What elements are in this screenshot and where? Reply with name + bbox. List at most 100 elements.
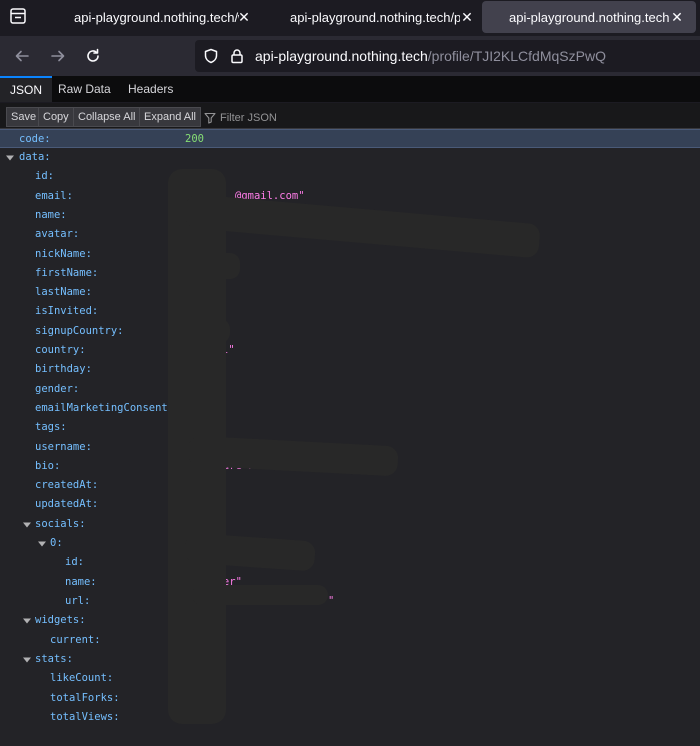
json-row-socials[interactable]: socials: (0, 515, 700, 534)
json-row[interactable]: likeCount:23 (0, 669, 700, 688)
json-key: country: (35, 344, 86, 356)
json-row[interactable]: createdAt: (0, 476, 700, 495)
json-row[interactable]: lastName: (0, 283, 700, 302)
json-key: id: (35, 170, 54, 182)
json-row[interactable]: totalForks: (0, 689, 700, 708)
filter-placeholder: Filter JSON (220, 112, 277, 124)
expanded-triangle-icon[interactable] (23, 656, 31, 664)
browser-tab[interactable]: api-playground.nothing.tech/w ✕ (52, 0, 257, 34)
collapse-all-button[interactable]: Collapse All (73, 107, 141, 127)
json-key: birthday: (35, 363, 92, 375)
json-row[interactable]: firstName:s" (0, 264, 700, 283)
json-key: socials: (35, 518, 86, 530)
json-key: gender: (35, 383, 80, 395)
json-row-data[interactable]: data: (0, 148, 700, 167)
json-row[interactable]: name:"twitter" (0, 573, 700, 592)
browser-tab[interactable]: api-playground.nothing.tech/pr ✕ (270, 0, 475, 34)
json-key: tags: (35, 421, 67, 433)
list-all-tabs-icon[interactable] (8, 6, 32, 30)
redaction-mark (192, 585, 328, 605)
close-tab-icon[interactable]: ✕ (670, 9, 684, 26)
expand-all-button[interactable]: Expand All (139, 107, 201, 127)
back-arrow-icon[interactable] (10, 44, 34, 68)
tab-title: api-playground.nothing.tech/w (74, 9, 239, 25)
tab-raw-data[interactable]: Raw Data (48, 76, 121, 102)
json-row-widgets[interactable]: widgets: (0, 611, 700, 630)
lock-icon[interactable] (229, 48, 245, 69)
json-value: " (328, 595, 335, 607)
filter-json-input[interactable]: Filter JSON (204, 108, 277, 128)
json-row-stats[interactable]: stats: (0, 650, 700, 669)
tab-title: api-playground.nothing.tech/pr (509, 9, 669, 25)
json-row[interactable]: id: (0, 167, 700, 186)
json-row[interactable]: id: (0, 553, 700, 572)
json-key: name: (65, 576, 97, 588)
json-row[interactable]: nickName: (0, 245, 700, 264)
json-key: current: (50, 634, 101, 646)
filter-icon (204, 112, 216, 124)
json-row[interactable]: isInvited: (0, 302, 700, 321)
json-toolbar: Save Copy Collapse All Expand All Filter… (0, 103, 700, 129)
browser-tab-active[interactable]: api-playground.nothing.tech/pr ✕ (482, 1, 696, 33)
json-row-code[interactable]: code: 200 (0, 129, 700, 148)
json-row[interactable]: country: l" (0, 341, 700, 360)
json-key: avatar: (35, 228, 80, 240)
tab-headers[interactable]: Headers (118, 76, 183, 102)
redaction-mark (180, 253, 240, 279)
json-key: username: (35, 441, 92, 453)
close-tab-icon[interactable]: ✕ (460, 9, 474, 26)
expanded-triangle-icon[interactable] (38, 540, 46, 548)
json-key: isInvited: (35, 305, 99, 317)
json-key: lastName: (35, 286, 92, 298)
json-key: bio: (35, 460, 61, 472)
json-row[interactable]: gender: (0, 380, 700, 399)
reload-icon[interactable] (81, 44, 105, 68)
expanded-triangle-icon[interactable] (6, 154, 14, 162)
json-key: widgets: (35, 614, 86, 626)
json-key: code: (19, 133, 51, 145)
json-row[interactable]: totalViews: (0, 708, 700, 727)
url-host: api-playground.nothing.tech (255, 48, 428, 64)
tab-json[interactable]: JSON (0, 76, 53, 102)
expanded-triangle-icon[interactable] (23, 521, 31, 529)
json-key: 0: (50, 537, 63, 549)
json-key: firstName: (35, 267, 99, 279)
json-row[interactable]: updatedAt: (0, 495, 700, 514)
json-row[interactable]: emailMarketingConsent: (0, 399, 700, 418)
save-button[interactable]: Save (6, 107, 42, 127)
url-text[interactable]: api-playground.nothing.tech/profile/TJI2… (255, 48, 606, 64)
json-row[interactable]: tags: (0, 418, 700, 437)
json-row[interactable]: url: " (0, 592, 700, 611)
json-key: emailMarketingConsent: (35, 402, 175, 414)
json-key: stats: (35, 653, 73, 665)
address-bar[interactable]: api-playground.nothing.tech/profile/TJI2… (195, 40, 700, 72)
json-row[interactable]: email: @gmail.com" (0, 187, 700, 206)
redaction-mark (180, 319, 230, 343)
url-path: /profile/TJI2KLCfdMqSzPwQ (427, 48, 606, 64)
json-key: updatedAt: (35, 498, 99, 510)
json-key: nickName: (35, 248, 92, 260)
json-row[interactable]: current: (0, 631, 700, 650)
json-row-socials-0[interactable]: 0: (0, 534, 700, 553)
json-key: url: (65, 595, 91, 607)
tracking-protection-shield-icon[interactable] (203, 48, 219, 69)
json-key: name: (35, 209, 67, 221)
json-viewer-tabs: JSON Raw Data Headers (0, 76, 700, 102)
json-key: signupCountry: (35, 325, 124, 337)
expanded-triangle-icon[interactable] (23, 617, 31, 625)
json-key: createdAt: (35, 479, 99, 491)
json-key: likeCount: (50, 672, 114, 684)
json-key: id: (65, 556, 84, 568)
json-key: email: (35, 190, 73, 202)
tab-title: api-playground.nothing.tech/pr (290, 9, 460, 25)
json-row[interactable]: birthday: (0, 360, 700, 379)
json-row[interactable]: signupCountry: (0, 322, 700, 341)
json-key: totalViews: (50, 711, 120, 723)
json-key: data: (19, 151, 51, 163)
tab-strip: api-playground.nothing.tech/w ✕ api-play… (0, 0, 700, 36)
copy-button[interactable]: Copy (38, 107, 74, 127)
json-tree: code: 200 data: id: email: @gmail.com" na… (0, 129, 700, 746)
json-key: totalForks: (50, 692, 120, 704)
close-tab-icon[interactable]: ✕ (237, 9, 251, 26)
forward-arrow-icon[interactable] (46, 44, 70, 68)
